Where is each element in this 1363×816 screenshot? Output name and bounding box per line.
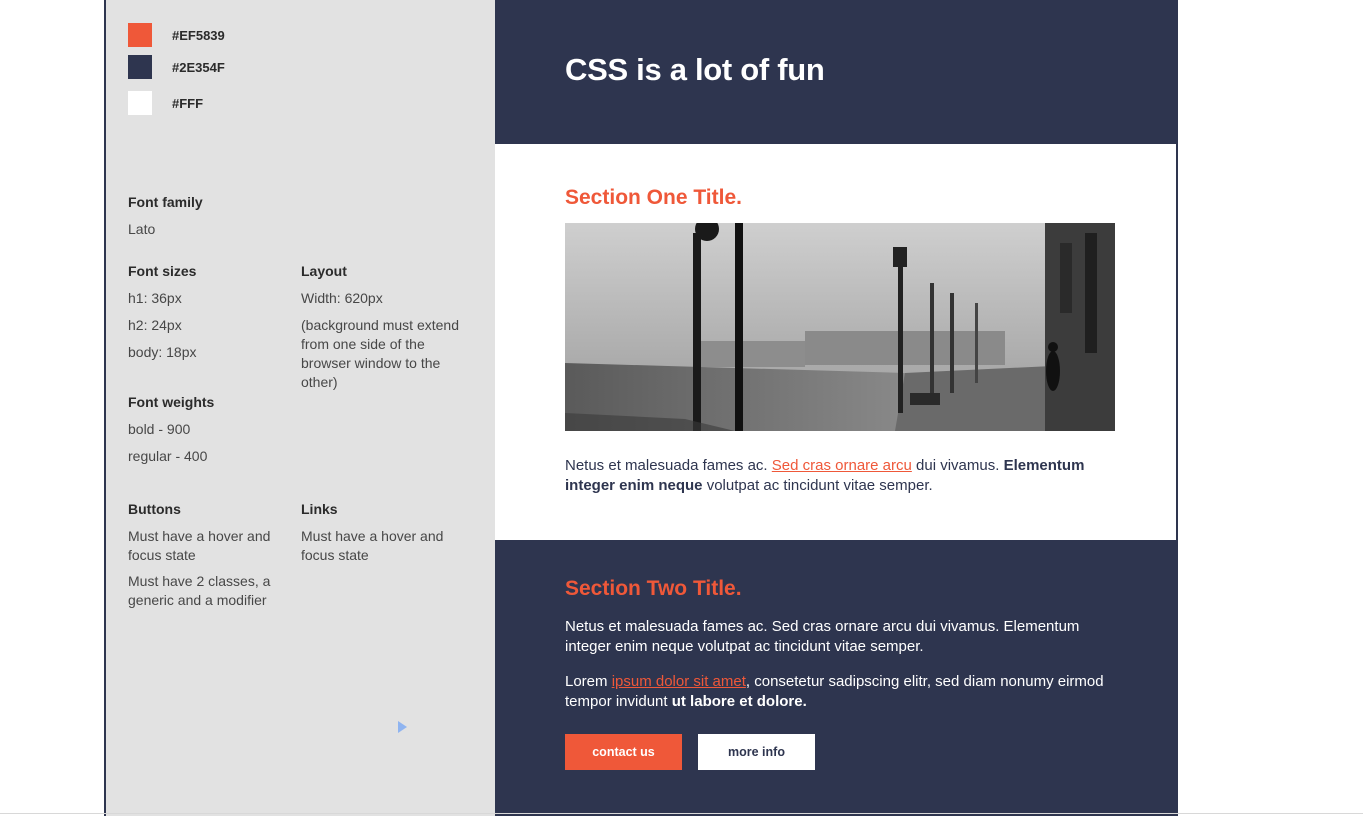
mouse-pointer-icon xyxy=(398,721,407,733)
bottom-divider xyxy=(0,813,1363,814)
swatch-label: #FFF xyxy=(172,95,204,111)
swatch-label: #2E354F xyxy=(172,59,225,75)
inline-link[interactable]: Sed cras ornare arcu xyxy=(772,457,912,474)
buttons-rule-2: Must have 2 classes, a generic and a mod… xyxy=(128,573,271,608)
swatch-row-accent: #EF5839 xyxy=(128,23,225,47)
swatch-row-white: #FFF xyxy=(128,91,203,115)
section-one: Section One Title. Netus et malesuada fa… xyxy=(495,144,1177,540)
links-heading: Links xyxy=(301,501,338,517)
section-one-title: Section One Title. xyxy=(565,186,742,209)
section-one-paragraph: Netus et malesuada fames ac. Sed cras or… xyxy=(565,456,1125,496)
frame-border-right xyxy=(1176,0,1178,816)
buttons-heading: Buttons xyxy=(128,501,181,517)
more-info-button[interactable]: more info xyxy=(698,734,815,770)
font-size-h1: h1: 36px xyxy=(128,290,182,306)
section-two: Section Two Title. Netus et malesuada fa… xyxy=(495,540,1177,816)
swatch-label: #EF5839 xyxy=(172,27,225,43)
font-family-heading: Font family xyxy=(128,194,203,210)
foggy-promenade-photo xyxy=(565,223,1115,431)
color-swatch-accent xyxy=(128,23,152,47)
section-two-paragraph-1: Netus et malesuada fames ac. Sed cras or… xyxy=(565,618,1080,655)
layout-width: Width: 620px xyxy=(301,290,383,306)
page-mockup: CSS is a lot of fun Section One Title. N… xyxy=(495,0,1177,816)
color-swatch-dark xyxy=(128,55,152,79)
font-size-body: body: 18px xyxy=(128,344,197,360)
inline-link[interactable]: ipsum dolor sit amet xyxy=(612,673,746,690)
contact-us-button[interactable]: contact us xyxy=(565,734,682,770)
section-two-title: Section Two Title. xyxy=(565,577,742,600)
style-guide-panel: #EF5839 #2E354F #FFF Font family Lato Fo… xyxy=(106,0,495,816)
font-family-value: Lato xyxy=(128,221,156,237)
bold-text: ut labore et dolore. xyxy=(671,693,807,710)
hero-header: CSS is a lot of fun xyxy=(495,0,1177,144)
paragraph-text: Netus et malesuada fames ac. xyxy=(565,457,772,474)
font-weight-regular: regular - 400 xyxy=(128,448,208,464)
paragraph-text: volutpat ac tincidunt vitae semper. xyxy=(702,477,933,494)
paragraph-text: Lorem xyxy=(565,673,612,690)
section-two-paragraph-2: Lorem ipsum dolor sit amet, consetetur s… xyxy=(565,672,1125,712)
color-swatch-white xyxy=(128,91,152,115)
font-weight-bold: bold - 900 xyxy=(128,421,191,437)
buttons-rule-1: Must have a hover and focus state xyxy=(128,528,271,563)
layout-heading: Layout xyxy=(301,263,347,279)
font-size-h2: h2: 24px xyxy=(128,317,182,333)
font-sizes-heading: Font sizes xyxy=(128,263,197,279)
layout-note: (background must extend from one side of… xyxy=(301,317,459,390)
font-weights-heading: Font weights xyxy=(128,394,215,410)
page-title: CSS is a lot of fun xyxy=(565,52,825,87)
swatch-row-dark: #2E354F xyxy=(128,55,225,79)
links-rule-1: Must have a hover and focus state xyxy=(301,528,444,563)
paragraph-text: dui vivamus. xyxy=(911,457,1004,474)
